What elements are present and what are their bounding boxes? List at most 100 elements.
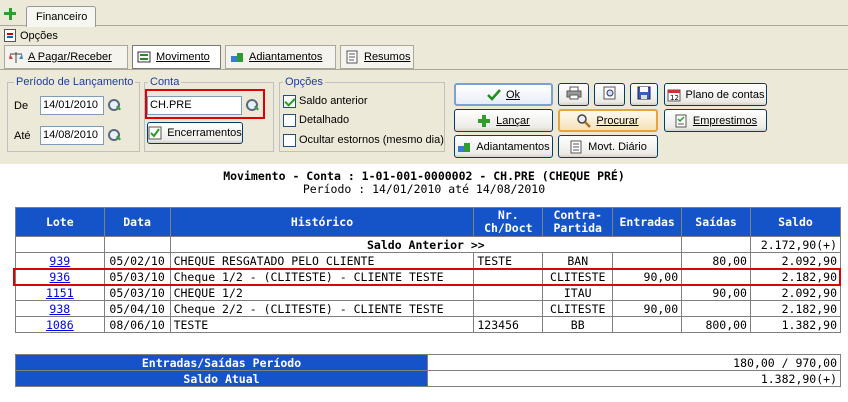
cell-contra-partida: BB [542,316,614,333]
summary-table: Entradas/Saídas Período 180,00 / 970,00 … [15,354,841,387]
summary-value: 180,00 / 970,00 [427,354,841,371]
lote-link[interactable]: 938 [49,302,70,316]
col-lote: Lote [15,207,105,237]
ok-button[interactable]: Ok [454,83,553,106]
detalhado-checkbox[interactable] [283,114,296,127]
lote-link[interactable]: 1151 [46,286,74,300]
advances-label: Adiantamentos [476,140,550,153]
ocultar-estornos-checkbox[interactable] [283,134,296,147]
opening-balance-label: Saldo Anterior >> [169,236,683,253]
tab-strip [0,0,848,26]
subtab-adiantamentos-label: Adiantamentos [249,51,323,63]
loans-button[interactable]: Emprestimos [664,109,767,132]
subtab-adiantamentos[interactable]: Adiantamentos [225,45,336,69]
from-date-picker-icon[interactable] [107,98,121,112]
cell-contra-partida: CLITESTE [542,300,614,317]
lote-link[interactable]: 939 [49,254,70,268]
saldo-anterior-label: Saldo anterior [299,95,368,107]
to-date-field[interactable]: 14/08/2010 [40,126,104,145]
table-row: 1151 05/03/10 CHEQUE 1/2 ITAU 90,00 2.09… [15,284,842,301]
cell-historico: CHEQUE 1/2 [169,284,475,301]
chart-of-accounts-label: Plano de contas [685,88,765,101]
cell-nr: TESTE [473,252,544,269]
subtab-movimento-label: Movimento [156,51,210,63]
chart-of-accounts-button[interactable]: 12 Plano de contas [664,83,767,106]
save-button[interactable] [630,83,658,106]
cell-contra-partida: BAN [542,252,614,269]
cell-saidas [681,300,751,317]
report-icon [569,140,583,154]
cell-entradas [612,284,683,301]
printer-icon [566,86,582,103]
to-label: Até [14,130,31,142]
subtab-movimento[interactable]: Movimento [132,45,221,69]
subtab-pagar-receber-label: A Pagar/Receber [28,51,112,63]
lote-link[interactable]: 1086 [46,318,74,332]
cell-saldo: 2.092,90 [749,284,842,301]
cell-nr [473,300,544,317]
cell-saldo: 2.092,90 [749,252,842,269]
summary-label: Saldo Atual [15,370,428,387]
closings-button[interactable]: Encerramentos [147,122,243,144]
cell-nr [473,284,544,301]
tab-financeiro-label: Financeiro [36,11,88,23]
table-row: 939 05/02/10 CHEQUE RESGATADO PELO CLIEN… [15,252,842,269]
daily-movement-button[interactable]: Movt. Diário [558,135,658,158]
to-date-picker-icon[interactable] [107,128,121,142]
cell-saidas: 80,00 [681,252,751,269]
saldo-anterior-checkbox[interactable] [283,95,296,108]
svg-text:12: 12 [670,94,679,102]
cell-historico: Cheque 2/2 - (CLITESTE) - CLIENTE TESTE [169,300,475,317]
separator [0,69,848,70]
col-nr-line2: Ch/Doct [484,221,533,235]
report-subtitle: Período : 14/01/2010 até 14/08/2010 [302,182,546,196]
subtab-resumos-label: Resumos [364,51,411,63]
cell-saidas: 90,00 [681,284,751,301]
tab-financeiro[interactable]: Financeiro [26,6,96,27]
cell-saidas: 800,00 [681,316,751,333]
search-button[interactable]: Procurar [558,109,658,132]
closings-label: Encerramentos [167,127,242,139]
print-button[interactable] [558,83,589,106]
calendar-icon: 12 [667,88,681,102]
cell-historico: TESTE [169,316,475,333]
document-icon [345,50,359,64]
subtab-resumos[interactable]: Resumos [340,45,414,69]
add-icon[interactable] [4,8,16,20]
opening-balance-row: Saldo Anterior >> 2.172,90(+) [15,236,842,253]
launch-button[interactable]: Lançar [454,109,553,132]
account-title: Conta [148,76,182,88]
col-nr-line1: Nr. [497,208,519,222]
boxes-icon [457,140,471,154]
check-icon [487,88,501,102]
advances-button[interactable]: Adiantamentos [454,135,553,158]
cell-data: 05/04/10 [103,300,171,317]
cell-data: 08/06/10 [103,316,171,333]
summary-row: Entradas/Saídas Período 180,00 / 970,00 [15,354,841,371]
options-menu-label: Opções [20,29,58,42]
options-menu[interactable]: Opções [0,27,58,44]
ok-label: Ok [505,88,521,101]
plus-icon [477,114,491,128]
search-icon [577,113,592,128]
from-date-field[interactable]: 14/01/2010 [40,96,104,115]
ledger-icon [674,114,688,128]
summary-label: Entradas/Saídas Período [15,354,428,371]
col-saidas: Saídas [681,207,751,237]
options-title: Opções [283,76,325,88]
opening-balance-value: 2.172,90(+) [749,236,842,253]
preview-icon [602,86,618,103]
col-data: Data [103,207,171,237]
cell-entradas: 90,00 [612,300,683,317]
col-nr: Nr. Ch/Doct [473,207,544,237]
subtab-pagar-receber[interactable]: A Pagar/Receber [4,45,128,69]
ocultar-estornos-label: Ocultar estornos (mesmo dia) [299,134,444,146]
launch-label: Lançar [496,114,530,127]
preview-button[interactable] [594,83,625,106]
summary-row: Saldo Atual 1.382,90(+) [15,370,841,387]
cell-data: 05/03/10 [103,284,171,301]
account-search-icon[interactable] [245,98,259,112]
period-title: Período de Lançamento [14,76,136,88]
loans-label: Emprestimos [692,114,758,127]
account-field[interactable]: CH.PRE [147,96,242,115]
